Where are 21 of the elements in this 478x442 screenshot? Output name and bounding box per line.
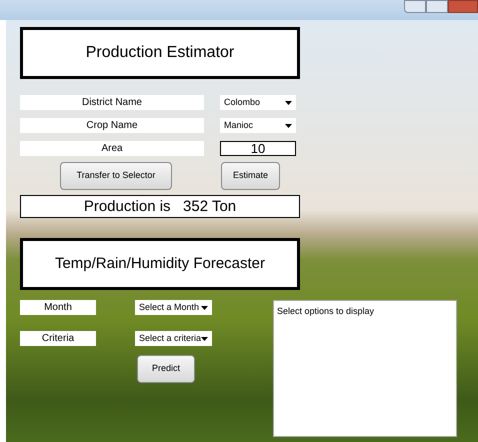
field-label: Area [20,141,204,156]
caret-icon [201,306,208,310]
output-box: Select options to display [273,300,457,437]
button[interactable]: Predict [137,355,195,383]
section-title: Production Estimator [20,27,300,79]
dropdown[interactable]: Colombo [220,95,296,110]
field-label: District Name [20,95,204,110]
caret-icon [285,124,292,128]
dropdown[interactable]: Select a criteria [135,331,212,346]
dropdown[interactable]: Manioc [220,118,296,133]
button[interactable]: Estimate [221,162,280,190]
field-label: Criteria [20,331,96,346]
caret-icon [201,336,208,340]
field-label: Crop Name [20,118,204,133]
caret-icon [285,100,292,104]
dropdown[interactable]: Select a Month [135,300,212,315]
field-label: Month [20,300,96,315]
production-result: Production is 352 Ton [20,195,300,218]
area-input[interactable]: 10 [220,141,296,156]
button[interactable]: Transfer to Selector [60,162,172,190]
section-title: Temp/Rain/Humidity Forecaster [20,238,300,290]
